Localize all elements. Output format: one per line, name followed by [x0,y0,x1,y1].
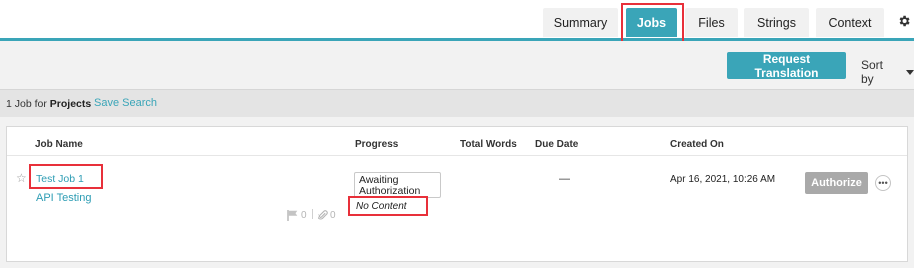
job-count-prefix: 1 Job for [6,98,47,110]
gear-icon[interactable] [897,14,911,28]
progress-note: No Content [356,201,407,212]
meta-divider [312,209,313,219]
tab-bar: Summary Jobs Files Strings Context [0,0,914,42]
star-icon[interactable]: ☆ [16,171,27,185]
header-due-date: Due Date [535,139,579,150]
attachments-indicator[interactable]: 0 [318,210,336,221]
job-count-scope: Projects [49,98,92,110]
job-count: 1 Job for Projects [6,98,91,110]
flag-icon [287,210,298,221]
attachments-count: 0 [330,210,336,221]
ellipsis-icon[interactable]: ••• [875,175,891,191]
sort-by-dropdown[interactable]: Sort by [861,58,914,86]
tab-strings[interactable]: Strings [744,8,809,37]
save-search-link[interactable]: Save Search [94,97,157,109]
tab-context[interactable]: Context [816,8,884,37]
sort-by-label: Sort by [861,58,884,86]
tab-summary[interactable]: Summary [543,8,618,37]
paperclip-icon [318,210,328,220]
due-date-value: — [559,173,570,185]
authorize-button[interactable]: Authorize [805,172,868,194]
created-on-value: Apr 16, 2021, 10:26 AM [670,174,776,185]
project-link[interactable]: API Testing [36,192,91,204]
tab-jobs[interactable]: Jobs [626,8,677,37]
jobs-table-panel [6,126,908,262]
tab-files[interactable]: Files [685,8,738,37]
request-translation-button[interactable]: Request Translation [727,52,846,80]
header-divider [7,155,907,156]
issues-indicator[interactable]: 0 [287,210,307,221]
header-progress: Progress [355,139,399,150]
header-total-words: Total Words [460,139,517,150]
header-created-on: Created On [670,139,724,150]
issues-count: 0 [301,210,307,221]
header-job-name: Job Name [35,139,83,150]
job-name-link[interactable]: Test Job 1 [36,173,84,185]
caret-down-icon [906,69,914,75]
progress-status: Awaiting Authorization [354,172,441,198]
